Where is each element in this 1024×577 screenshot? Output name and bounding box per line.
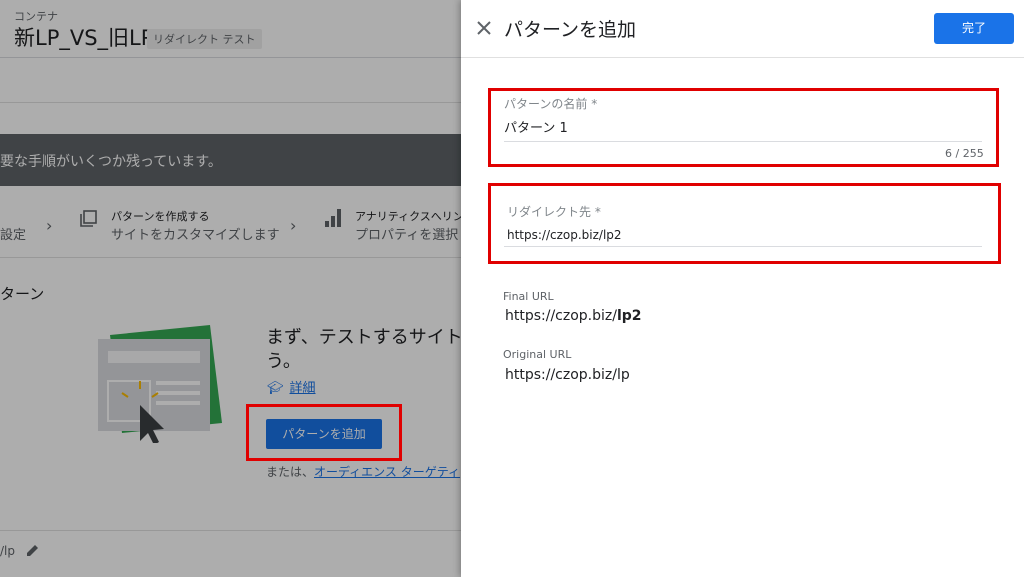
highlight-box [488,183,1001,264]
highlight-box [246,404,402,461]
original-url-label: Original URL [503,348,572,361]
panel-title: パターンを追加 [504,19,637,41]
final-url-value: https://czop.biz/lp2 [505,308,642,324]
modal-scrim[interactable] [0,0,461,577]
add-pattern-panel: パターンを追加 完了 パターンの名前 * 6 / 255 リダイレクト先 * F… [461,0,1024,577]
final-url-suffix: lp2 [616,308,642,324]
final-url-label: Final URL [503,290,554,303]
done-button[interactable]: 完了 [934,13,1014,44]
highlight-box [488,88,999,167]
original-url-value: https://czop.biz/lp [505,367,630,383]
final-url-prefix: https://czop.biz/ [505,308,617,324]
panel-header: パターンを追加 完了 [461,0,1024,58]
close-icon[interactable] [473,17,495,39]
